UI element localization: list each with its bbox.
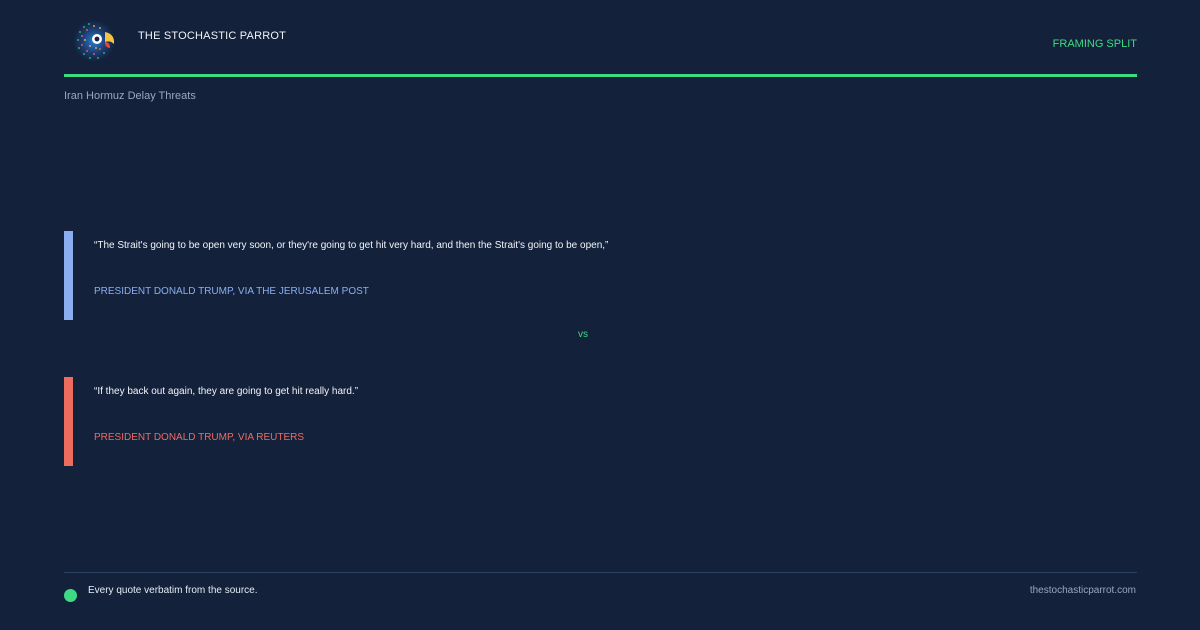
status-dot-icon [64,589,77,602]
header: THE STOCHASTIC PARROT FRAMING SPLIT [64,16,1137,76]
quote-text: “If they back out again, they are going … [94,386,359,397]
footer-divider [64,572,1137,573]
quote-accent-bar [64,377,73,466]
footer-note: Every quote verbatim from the source. [88,585,258,596]
topic-title: Iran Hormuz Delay Threats [64,90,196,102]
versus-separator: vs [578,329,588,340]
header-divider [64,74,1137,77]
quote-accent-bar [64,231,73,320]
quote-card-first: “The Strait's going to be open very soon… [64,231,1137,320]
quote-attribution: PRESIDENT DONALD TRUMP, VIA REUTERS [94,432,305,443]
quote-card-second: “If they back out again, they are going … [64,377,1137,466]
site-link[interactable]: thestochasticparrot.com [1030,585,1136,596]
brand-name: THE STOCHASTIC PARROT [138,30,287,42]
quote-attribution: PRESIDENT DONALD TRUMP, VIA THE JERUSALE… [94,286,369,297]
quote-text: “The Strait's going to be open very soon… [94,240,609,251]
framing-split-tag: FRAMING SPLIT [1052,38,1137,50]
parrot-logo-icon[interactable] [70,18,120,64]
